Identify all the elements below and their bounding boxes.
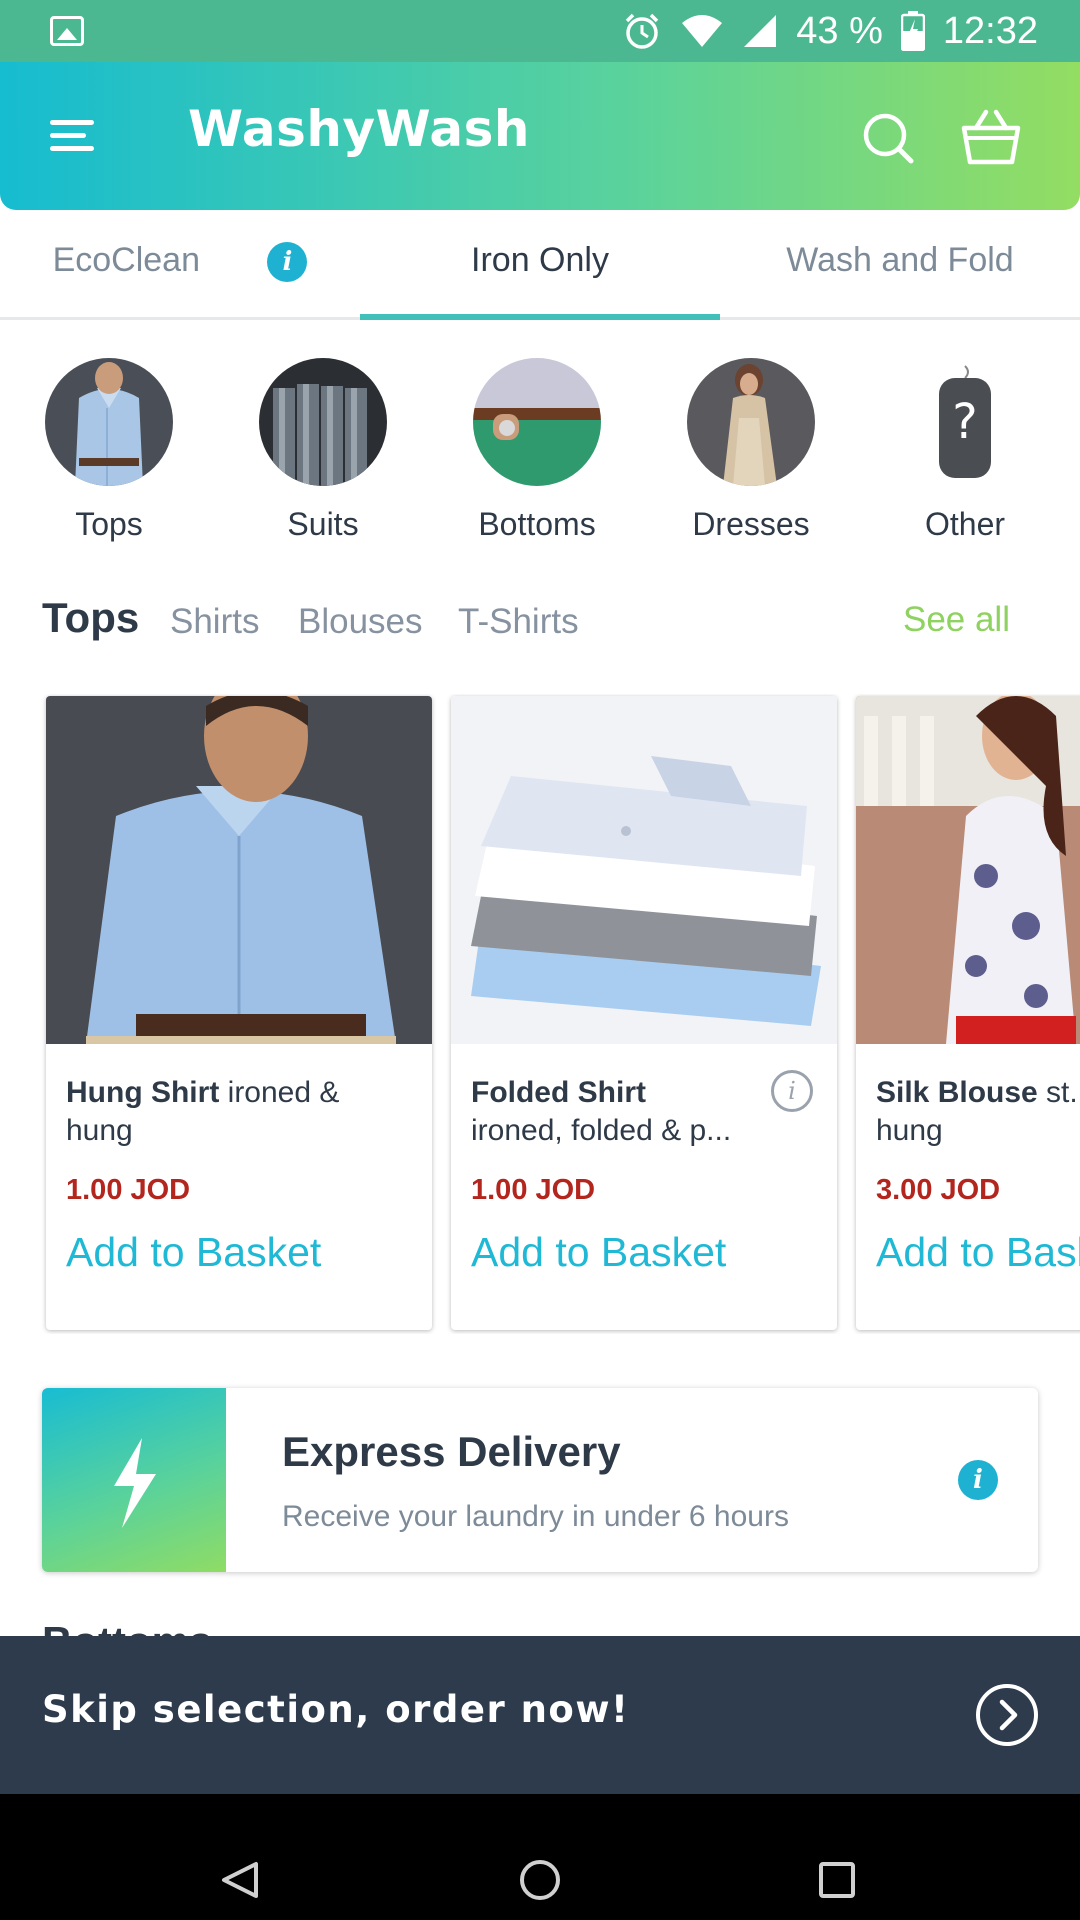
gallery-notification-icon bbox=[50, 16, 84, 46]
bottoms-section-title: Bottoms bbox=[42, 1618, 212, 1638]
tab-iron-only[interactable]: Iron Only bbox=[360, 210, 720, 320]
app-title: WashyWash bbox=[188, 100, 531, 158]
express-title: Express Delivery bbox=[282, 1428, 621, 1475]
status-bar: 43 % 12:32 bbox=[0, 0, 1080, 62]
tab-wash-and-fold[interactable]: Wash and Fold bbox=[720, 210, 1080, 320]
product-price: 3.00 JOD bbox=[876, 1174, 1001, 1206]
subcategory-t-shirts[interactable]: T-Shirts bbox=[458, 602, 579, 642]
add-to-basket-button[interactable]: Add to Basket bbox=[66, 1229, 412, 1276]
folded-shirt-image bbox=[451, 696, 837, 1044]
express-subtitle: Receive your laundry in under 6 hours bbox=[282, 1500, 789, 1533]
hung-shirt-image bbox=[46, 696, 432, 1044]
category-suits[interactable]: Suits bbox=[228, 358, 418, 543]
tab-ecoclean[interactable]: EcoClean i bbox=[0, 210, 360, 320]
product-name: Silk Blouse st... ironed & hung bbox=[876, 1074, 1080, 1150]
svg-text:?: ? bbox=[952, 394, 977, 450]
service-tabs: EcoClean i Iron Only Wash and Fold bbox=[0, 210, 1080, 320]
other-image: ? bbox=[901, 358, 1029, 486]
product-title: Folded Shirt bbox=[471, 1076, 646, 1109]
category-label: Dresses bbox=[692, 506, 810, 542]
skip-selection-label: Skip selection, order now! bbox=[42, 1688, 630, 1731]
search-icon[interactable] bbox=[860, 110, 916, 166]
silk-blouse-image bbox=[856, 696, 1080, 1044]
category-row: Tops Suits Bottoms Dresses ? Other bbox=[0, 358, 1080, 548]
product-price: 1.00 JOD bbox=[471, 1174, 596, 1206]
add-to-basket-button[interactable]: Add to Basket bbox=[876, 1229, 1080, 1276]
product-name: Folded Shirt ironed, folded & p... bbox=[471, 1074, 817, 1150]
battery-icon bbox=[900, 11, 925, 51]
suits-image bbox=[259, 358, 387, 486]
tab-label: Iron Only bbox=[471, 241, 609, 279]
product-card[interactable]: Folded Shirt ironed, folded & p... i 1.00… bbox=[451, 696, 837, 1330]
wifi-icon bbox=[680, 13, 724, 49]
basket-icon[interactable] bbox=[960, 108, 1022, 168]
category-label: Bottoms bbox=[478, 506, 596, 542]
product-info-icon[interactable]: i bbox=[771, 1070, 813, 1112]
menu-icon[interactable] bbox=[50, 118, 94, 154]
product-description: ironed, folded & p... bbox=[471, 1114, 732, 1147]
tops-image bbox=[45, 358, 173, 486]
clock: 12:32 bbox=[942, 9, 1038, 52]
dresses-image bbox=[687, 358, 815, 486]
category-other[interactable]: ? Other bbox=[870, 358, 1060, 543]
see-all-link[interactable]: See all bbox=[903, 600, 1010, 640]
subcategory-shirts[interactable]: Shirts bbox=[170, 602, 259, 642]
product-carousel[interactable]: Hung Shirt ironed & hung 1.00 JOD Add to… bbox=[0, 694, 1080, 1334]
bottoms-image bbox=[473, 358, 601, 486]
tops-section-header: Tops Shirts Blouses T-Shirts See all bbox=[42, 590, 1042, 650]
lightning-bolt-icon bbox=[42, 1388, 226, 1572]
chevron-right-icon[interactable] bbox=[976, 1684, 1038, 1746]
app-bar: WashyWash bbox=[0, 62, 1080, 210]
subcategory-blouses[interactable]: Blouses bbox=[298, 602, 423, 642]
category-label: Other bbox=[924, 506, 1006, 542]
alarm-icon bbox=[622, 11, 662, 51]
express-info-icon[interactable]: i bbox=[958, 1460, 998, 1500]
recents-icon bbox=[819, 1862, 855, 1898]
product-price: 1.00 JOD bbox=[66, 1174, 191, 1206]
signal-icon bbox=[742, 13, 778, 49]
category-label: Tops bbox=[75, 506, 143, 542]
product-name: Hung Shirt ironed & hung bbox=[66, 1074, 412, 1150]
express-delivery-banner[interactable]: Express Delivery Receive your laundry in… bbox=[42, 1388, 1038, 1572]
ecoclean-info-icon[interactable]: i bbox=[267, 242, 308, 283]
product-card[interactable]: Silk Blouse st... ironed & hung 3.00 JOD… bbox=[856, 696, 1080, 1330]
section-title: Tops bbox=[42, 594, 140, 641]
home-icon bbox=[520, 1860, 560, 1900]
product-title: Hung Shirt bbox=[66, 1076, 220, 1109]
add-to-basket-button[interactable]: Add to Basket bbox=[471, 1229, 817, 1276]
product-title: Silk Blouse bbox=[876, 1076, 1038, 1109]
back-icon bbox=[222, 1862, 258, 1898]
skip-selection-bar[interactable]: Skip selection, order now! bbox=[0, 1636, 1080, 1794]
product-card[interactable]: Hung Shirt ironed & hung 1.00 JOD Add to… bbox=[46, 696, 432, 1330]
category-label: Suits bbox=[287, 506, 359, 542]
system-navigation-bar bbox=[0, 1794, 1080, 1920]
tab-label: EcoClean bbox=[52, 241, 200, 279]
category-dresses[interactable]: Dresses bbox=[656, 358, 846, 543]
category-tops[interactable]: Tops bbox=[14, 358, 204, 543]
tab-label: Wash and Fold bbox=[786, 241, 1014, 279]
battery-percent: 43 % bbox=[796, 9, 883, 52]
active-tab-indicator bbox=[360, 314, 720, 320]
category-bottoms[interactable]: Bottoms bbox=[442, 358, 632, 543]
